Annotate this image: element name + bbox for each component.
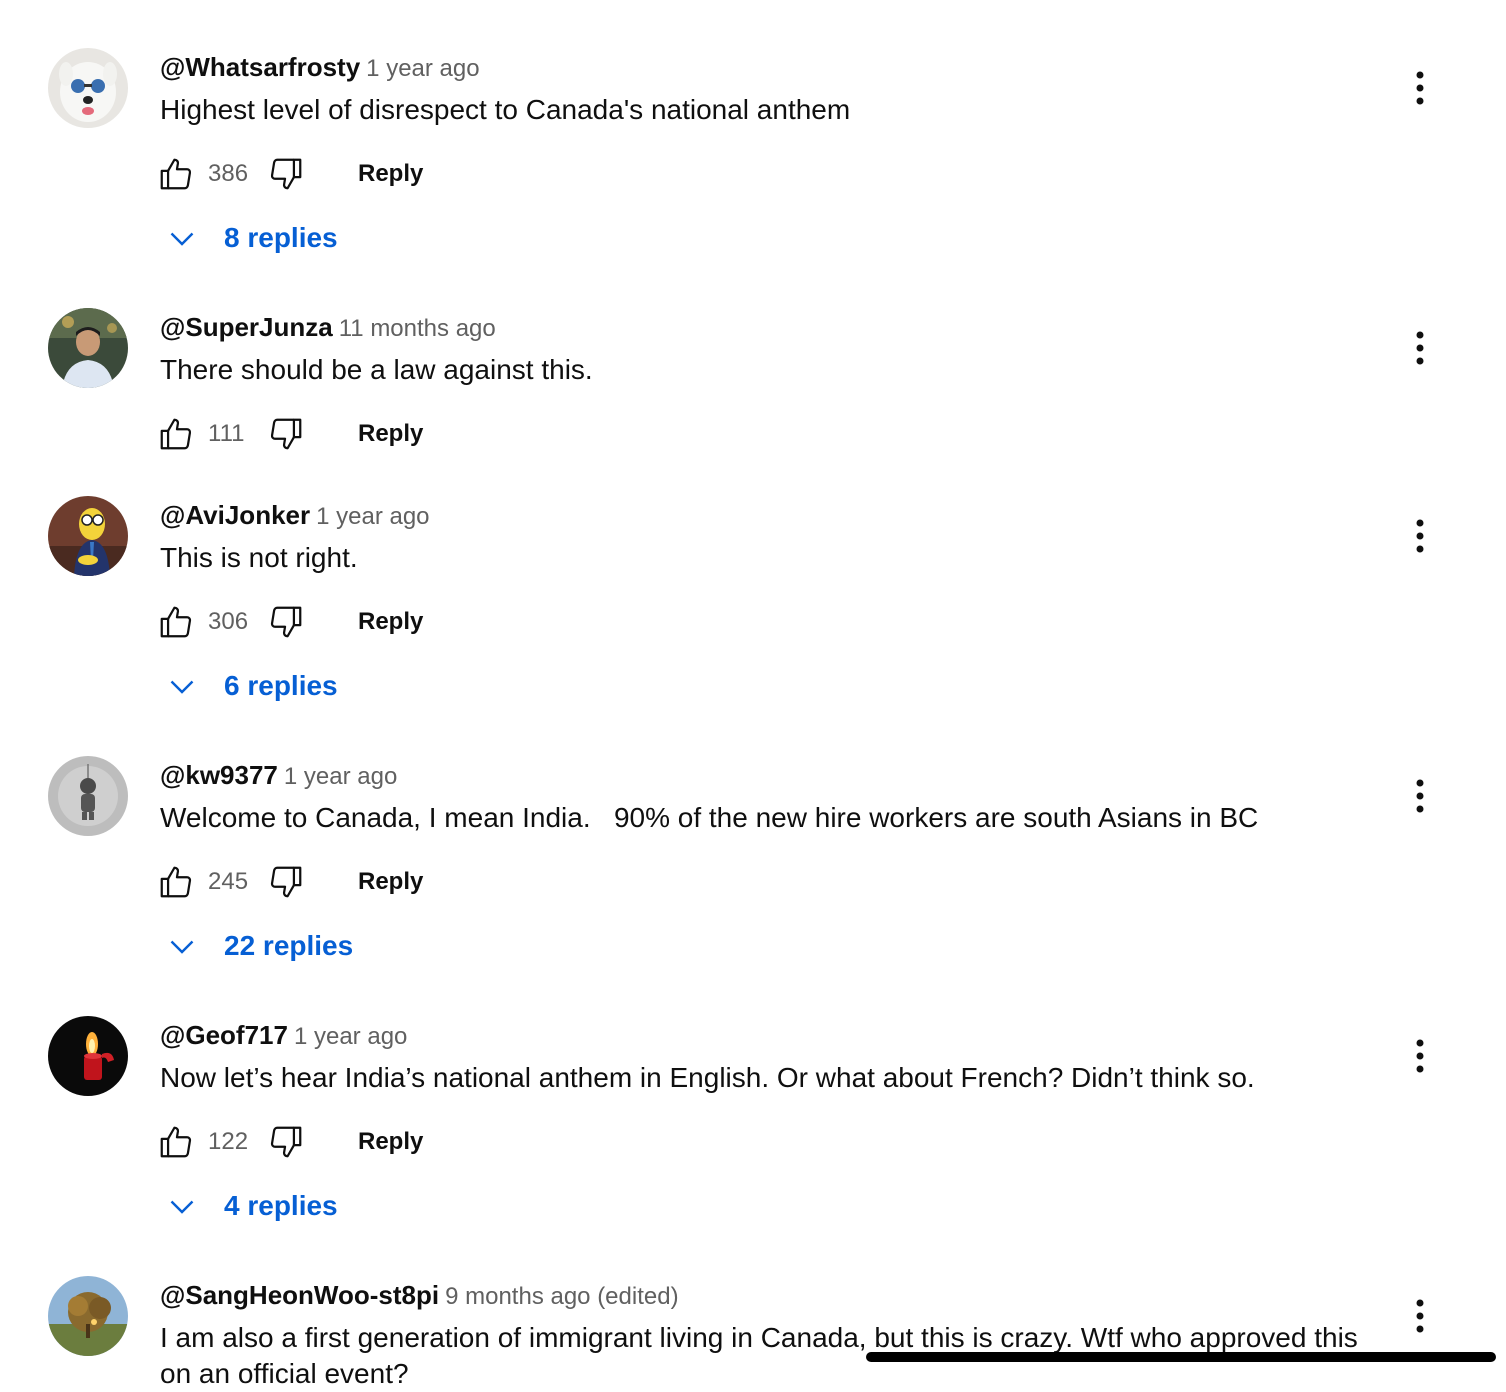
comment-timestamp[interactable]: 1 year ago	[284, 763, 397, 790]
comment-author[interactable]: @Geof717	[160, 1020, 288, 1050]
more-actions-button[interactable]	[1400, 1296, 1440, 1336]
comment-text: This is not right.	[160, 542, 358, 573]
replies-label: 4 replies	[224, 1190, 338, 1221]
more-vert-icon	[1416, 71, 1424, 105]
thumbs-down-icon	[270, 606, 302, 638]
replies-label: 22 replies	[224, 930, 354, 961]
replies-label: 6 replies	[224, 670, 338, 701]
dislike-button[interactable]	[266, 862, 306, 902]
reply-button[interactable]: Reply	[358, 420, 423, 448]
more-vert-icon	[1416, 331, 1424, 365]
like-button[interactable]	[156, 862, 196, 902]
comment-text: Welcome to Canada, I mean India. 90% of …	[160, 802, 1259, 833]
thumbs-down-icon	[270, 866, 302, 898]
comment-author[interactable]: @SuperJunza	[160, 312, 333, 342]
like-count: 245	[208, 868, 249, 895]
comment-timestamp[interactable]: 9 months ago (edited)	[445, 1283, 678, 1310]
comment-header: @AviJonker 1 year ago	[160, 498, 430, 537]
comment-author[interactable]: @AviJonker	[160, 500, 310, 530]
thumbs-up-icon	[160, 158, 192, 190]
avatar[interactable]	[48, 496, 128, 576]
comment-author[interactable]: @Whatsarfrosty	[160, 52, 360, 82]
avatar[interactable]	[48, 308, 128, 388]
more-vert-icon	[1416, 1299, 1424, 1333]
reply-button[interactable]: Reply	[358, 1128, 423, 1156]
more-vert-icon	[1416, 779, 1424, 813]
thumbs-up-icon	[160, 866, 192, 898]
like-button[interactable]	[156, 602, 196, 642]
more-vert-icon	[1416, 1039, 1424, 1073]
comment-actions: 122 Reply	[156, 1120, 423, 1164]
comment-timestamp[interactable]: 1 year ago	[366, 55, 479, 82]
like-count: 111	[208, 420, 245, 447]
comment-text-line: I am also a first generation of immigran…	[160, 1322, 1358, 1353]
comment-actions: 306 Reply	[156, 600, 423, 644]
more-actions-button[interactable]	[1400, 776, 1440, 816]
comment-author[interactable]: @kw9377	[160, 760, 278, 790]
chevron-down-icon	[170, 680, 194, 694]
comment-author[interactable]: @SangHeonWoo-st8pi	[160, 1280, 439, 1310]
chevron-down-icon	[170, 1200, 194, 1214]
comment-header: @Geof717 1 year ago	[160, 1018, 407, 1057]
like-count: 306	[208, 608, 249, 635]
comment-text: Highest level of disrespect to Canada's …	[160, 94, 851, 125]
like-button[interactable]	[156, 1122, 196, 1162]
reply-button[interactable]: Reply	[358, 160, 423, 188]
dislike-button[interactable]	[266, 414, 306, 454]
like-button[interactable]	[156, 414, 196, 454]
thumbs-down-icon	[270, 418, 302, 450]
like-button[interactable]	[156, 154, 196, 194]
comment-timestamp[interactable]: 11 months ago	[339, 315, 496, 342]
comment-header: @Whatsarfrosty 1 year ago	[160, 50, 480, 89]
home-indicator[interactable]	[866, 1352, 1496, 1362]
comment-text: Now let’s hear India’s national anthem i…	[160, 1062, 1255, 1093]
replies-label: 8 replies	[224, 222, 338, 253]
thumbs-up-icon	[160, 606, 192, 638]
chevron-down-icon	[170, 232, 194, 246]
thumbs-up-icon	[160, 418, 192, 450]
more-actions-button[interactable]	[1400, 68, 1440, 108]
avatar[interactable]	[48, 1016, 128, 1096]
thumbs-up-icon	[160, 1126, 192, 1158]
dislike-button[interactable]	[266, 154, 306, 194]
avatar[interactable]	[48, 756, 128, 836]
thumbs-down-icon	[270, 1126, 302, 1158]
chevron-down-icon	[170, 940, 194, 954]
avatar[interactable]	[48, 1276, 128, 1356]
more-vert-icon	[1416, 519, 1424, 553]
view-replies-button[interactable]: 8 replies	[164, 216, 338, 260]
more-actions-button[interactable]	[1400, 1036, 1440, 1076]
reply-button[interactable]: Reply	[358, 868, 423, 896]
comment-header: @SuperJunza 11 months ago	[160, 310, 496, 349]
comment-text: There should be a law against this.	[160, 354, 593, 385]
comment-header: @kw9377 1 year ago	[160, 758, 397, 797]
dislike-button[interactable]	[266, 602, 306, 642]
comment-header: @SangHeonWoo-st8pi 9 months ago (edited)	[160, 1278, 679, 1317]
comment-actions: 245 Reply	[156, 860, 423, 904]
more-actions-button[interactable]	[1400, 328, 1440, 368]
more-actions-button[interactable]	[1400, 516, 1440, 556]
reply-button[interactable]: Reply	[358, 608, 423, 636]
dislike-button[interactable]	[266, 1122, 306, 1162]
avatar[interactable]	[48, 48, 128, 128]
thumbs-down-icon	[270, 158, 302, 190]
view-replies-button[interactable]: 4 replies	[164, 1184, 338, 1228]
view-replies-button[interactable]: 6 replies	[164, 664, 338, 708]
like-count: 122	[208, 1128, 249, 1155]
like-count: 386	[208, 160, 249, 187]
comment-timestamp[interactable]: 1 year ago	[294, 1023, 407, 1050]
comment-actions: 111 Reply	[156, 412, 423, 456]
comment-actions: 386 Reply	[156, 152, 423, 196]
comment-timestamp[interactable]: 1 year ago	[316, 503, 429, 530]
view-replies-button[interactable]: 22 replies	[164, 924, 353, 968]
